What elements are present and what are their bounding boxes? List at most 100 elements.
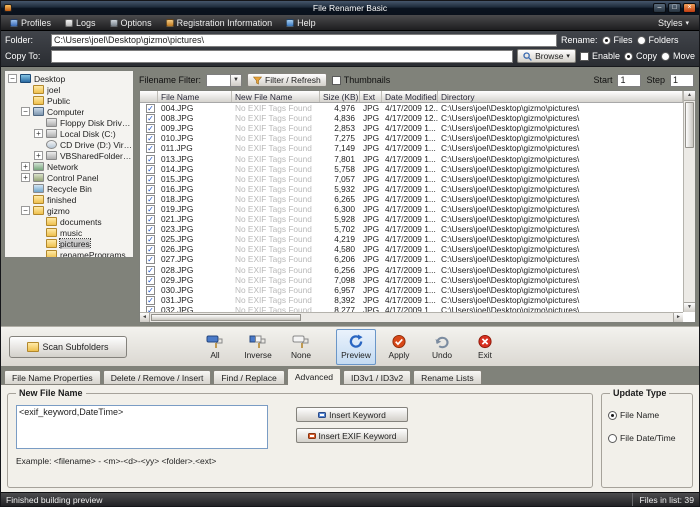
tree-item-computer[interactable]: −Computer <box>5 106 133 117</box>
scroll-up-icon[interactable]: ▲ <box>684 91 695 101</box>
row-checkbox[interactable]: ✓ <box>146 165 155 174</box>
tab-rename-lists[interactable]: Rename Lists <box>413 370 482 385</box>
table-row[interactable]: ✓030.JPGNo EXIF Tags Found6,957JPG4/17/2… <box>140 285 695 295</box>
row-checkbox[interactable]: ✓ <box>146 276 155 285</box>
select-inverse-button[interactable]: Inverse <box>238 329 278 365</box>
row-checkbox[interactable]: ✓ <box>146 124 155 133</box>
tree-item-music[interactable]: music <box>5 227 133 238</box>
row-checkbox[interactable]: ✓ <box>146 296 155 305</box>
tree-item-joel[interactable]: joel <box>5 84 133 95</box>
table-row[interactable]: ✓018.JPGNo EXIF Tags Found6,265JPG4/17/2… <box>140 194 695 204</box>
scroll-left-icon[interactable]: ◄ <box>140 313 150 322</box>
table-row[interactable]: ✓019.JPGNo EXIF Tags Found6,300JPG4/17/2… <box>140 204 695 214</box>
maximize-button[interactable]: □ <box>668 3 681 13</box>
table-row[interactable]: ✓032.JPGNo EXIF Tags Found8,277JPG4/17/2… <box>140 305 695 312</box>
table-row[interactable]: ✓027.JPGNo EXIF Tags Found6,206JPG4/17/2… <box>140 254 695 264</box>
insert-exif-keyword-button[interactable]: Insert EXIF Keyword <box>296 428 408 443</box>
scan-subfolders-button[interactable]: Scan Subfolders <box>9 336 127 358</box>
tab-delete-remove-insert[interactable]: Delete / Remove / Insert <box>103 370 212 385</box>
table-row[interactable]: ✓009.JPGNo EXIF Tags Found2,853JPG4/17/2… <box>140 123 695 133</box>
tab-id3v1-id3v2[interactable]: ID3v1 / ID3v2 <box>343 370 411 385</box>
table-row[interactable]: ✓010.JPGNo EXIF Tags Found7,275JPG4/17/2… <box>140 133 695 143</box>
collapse-icon[interactable]: − <box>21 206 30 215</box>
row-checkbox[interactable]: ✓ <box>146 104 155 113</box>
row-checkbox[interactable]: ✓ <box>146 134 155 143</box>
preview-button[interactable]: Preview <box>336 329 376 365</box>
row-checkbox[interactable]: ✓ <box>146 144 155 153</box>
undo-button[interactable]: Undo <box>422 329 462 365</box>
column-date-modified[interactable]: Date Modified <box>382 91 438 102</box>
scroll-down-icon[interactable]: ▼ <box>684 302 695 312</box>
tree-item-control-panel[interactable]: +Control Panel <box>5 172 133 183</box>
collapse-icon[interactable]: − <box>21 107 30 116</box>
table-row[interactable]: ✓004.JPGNo EXIF Tags Found4,976JPG4/17/2… <box>140 103 695 113</box>
tab-find-replace[interactable]: Find / Replace <box>213 370 284 385</box>
table-row[interactable]: ✓015.JPGNo EXIF Tags Found7,057JPG4/17/2… <box>140 174 695 184</box>
scrollbar-thumb[interactable] <box>685 102 694 148</box>
copy-to-input[interactable] <box>51 50 513 63</box>
styles-menu[interactable]: Styles ▾ <box>650 15 697 30</box>
file-datetime-radio[interactable]: File Date/Time <box>608 433 686 443</box>
table-row[interactable]: ✓021.JPGNo EXIF Tags Found5,928JPG4/17/2… <box>140 214 695 224</box>
row-checkbox[interactable]: ✓ <box>146 225 155 234</box>
filter-refresh-button[interactable]: Filter / Refresh <box>247 73 327 87</box>
file-name-radio[interactable]: File Name <box>608 410 686 420</box>
thumbnails-checkbox[interactable]: Thumbnails <box>332 75 391 85</box>
tree-item-local-disk-c[interactable]: +Local Disk (C:) <box>5 128 133 139</box>
folder-path-input[interactable] <box>51 34 557 47</box>
expand-icon[interactable]: + <box>21 173 30 182</box>
menu-logs[interactable]: Logs <box>58 15 103 30</box>
table-row[interactable]: ✓028.JPGNo EXIF Tags Found6,256JPG4/17/2… <box>140 265 695 275</box>
tree-item-finished[interactable]: finished <box>5 194 133 205</box>
tree-item-recycle-bin[interactable]: Recycle Bin <box>5 183 133 194</box>
tab-file-name-properties[interactable]: File Name Properties <box>4 370 101 385</box>
row-checkbox[interactable]: ✓ <box>146 286 155 295</box>
row-checkbox[interactable]: ✓ <box>146 195 155 204</box>
row-checkbox[interactable]: ✓ <box>146 114 155 123</box>
new-file-name-input[interactable]: <exif_keyword,DateTime> <box>16 405 268 449</box>
column-check[interactable] <box>140 91 158 102</box>
rename-folders-radio[interactable]: Folders <box>637 35 679 45</box>
select-all-button[interactable]: All <box>195 329 235 365</box>
vertical-scrollbar[interactable]: ▲ ▼ <box>683 91 695 312</box>
table-row[interactable]: ✓008.JPGNo EXIF Tags Found4,836JPG4/17/2… <box>140 113 695 123</box>
tree-item-renameprograms[interactable]: renamePrograms <box>5 249 133 258</box>
column-size[interactable]: Size (KB) <box>320 91 360 102</box>
menu-profiles[interactable]: Profiles <box>3 15 58 30</box>
row-checkbox[interactable]: ✓ <box>146 215 155 224</box>
column-new-file-name[interactable]: New File Name <box>232 91 320 102</box>
row-checkbox[interactable]: ✓ <box>146 235 155 244</box>
collapse-icon[interactable]: − <box>8 74 17 83</box>
step-input[interactable] <box>670 74 694 87</box>
table-row[interactable]: ✓013.JPGNo EXIF Tags Found7,801JPG4/17/2… <box>140 153 695 163</box>
row-checkbox[interactable]: ✓ <box>146 205 155 214</box>
rename-files-radio[interactable]: Files <box>602 35 633 45</box>
filename-filter-combo[interactable]: ▼ <box>206 74 242 87</box>
row-checkbox[interactable]: ✓ <box>146 155 155 164</box>
copy-radio[interactable]: Copy <box>624 51 657 61</box>
menu-options[interactable]: Options <box>103 15 159 30</box>
minimize-button[interactable]: – <box>653 3 666 13</box>
tree-item-vbsharedfolder-vboxsvr[interactable]: +VBSharedFolder (\\vboxsvr) (... <box>5 150 133 161</box>
row-checkbox[interactable]: ✓ <box>146 266 155 275</box>
tree-item-network[interactable]: +Network <box>5 161 133 172</box>
horizontal-scrollbar[interactable]: ◄ ► <box>140 312 683 322</box>
tree-item-public[interactable]: Public <box>5 95 133 106</box>
tree-item-desktop[interactable]: −Desktop <box>5 73 133 84</box>
row-checkbox[interactable]: ✓ <box>146 255 155 264</box>
table-row[interactable]: ✓026.JPGNo EXIF Tags Found4,580JPG4/17/2… <box>140 244 695 254</box>
exit-button[interactable]: Exit <box>465 329 505 365</box>
expand-icon[interactable]: + <box>34 129 43 138</box>
menu-help[interactable]: Help <box>279 15 323 30</box>
tree-item-pictures[interactable]: pictures <box>5 238 133 249</box>
close-button[interactable]: × <box>683 3 696 13</box>
tree-item-gizmo[interactable]: −gizmo <box>5 205 133 216</box>
column-ext[interactable]: Ext <box>360 91 382 102</box>
row-checkbox[interactable]: ✓ <box>146 185 155 194</box>
tree-item-floppy-disk-drive-a[interactable]: Floppy Disk Drive (A:) <box>5 117 133 128</box>
move-radio[interactable]: Move <box>661 51 695 61</box>
tree-item-cd-drive-d-virtualbox-guest[interactable]: CD Drive (D:) VirtualBox Guest <box>5 139 133 150</box>
table-row[interactable]: ✓016.JPGNo EXIF Tags Found5,932JPG4/17/2… <box>140 184 695 194</box>
table-row[interactable]: ✓031.JPGNo EXIF Tags Found8,392JPG4/17/2… <box>140 295 695 305</box>
browse-button[interactable]: Browse ▾ <box>517 49 576 63</box>
